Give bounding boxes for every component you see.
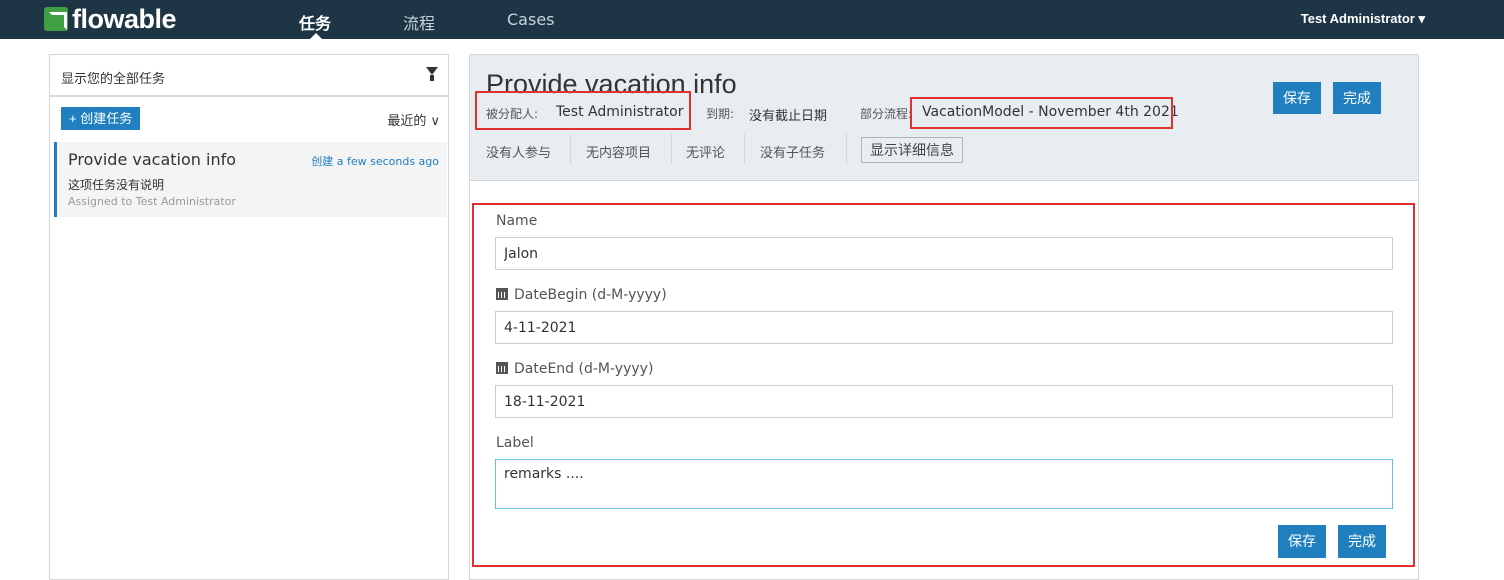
nav-tab-cases[interactable]: Cases	[507, 10, 555, 29]
task-list-item[interactable]: Provide vacation info 创建 a few seconds a…	[54, 142, 447, 217]
due-value[interactable]: 没有截止日期	[749, 105, 827, 124]
divider	[744, 134, 745, 164]
annotation-box-form	[472, 203, 1415, 567]
user-menu[interactable]: Test Administrator ▾	[1301, 11, 1425, 27]
header-save-button[interactable]: 保存	[1273, 82, 1321, 114]
top-navbar: flowable 任务 流程 Cases Test Administrator …	[0, 0, 1504, 40]
stat-comments[interactable]: 无评论	[686, 142, 725, 161]
stat-content[interactable]: 无内容项目	[586, 142, 651, 161]
create-task-button[interactable]: + 创建任务	[61, 107, 141, 130]
flowable-logo[interactable]: flowable	[44, 3, 177, 34]
nav-tab-processes[interactable]: 流程	[403, 10, 435, 34]
task-item-description: 这项任务没有说明	[68, 178, 165, 192]
flowable-logo-icon	[44, 7, 68, 31]
due-label: 到期:	[706, 107, 735, 121]
task-item-assigned: Assigned to Test Administrator	[68, 195, 236, 208]
task-list-panel: 显示您的全部任务 + 创建任务 最近的 ∨ Provide vacation i…	[49, 54, 449, 580]
active-tab-caret-icon	[309, 33, 323, 40]
stat-people[interactable]: 没有人参与	[486, 142, 551, 161]
sort-dropdown[interactable]: 最近的 ∨	[387, 110, 440, 129]
stat-subtasks[interactable]: 没有子任务	[760, 142, 825, 161]
logo-text: flowable	[72, 3, 177, 34]
divider	[846, 134, 847, 164]
annotation-box-assignee	[475, 91, 691, 130]
header-complete-button[interactable]: 完成	[1333, 82, 1381, 114]
task-item-title: Provide vacation info	[68, 150, 236, 169]
task-filter-label[interactable]: 显示您的全部任务	[61, 68, 165, 87]
divider	[570, 134, 571, 164]
task-item-created: 创建 a few seconds ago	[311, 155, 439, 168]
process-label: 部分流程:	[860, 107, 913, 121]
divider	[671, 134, 672, 164]
task-filter-bar: 显示您的全部任务	[50, 55, 448, 97]
show-details-button[interactable]: 显示详细信息	[861, 137, 963, 163]
filter-icon[interactable]	[426, 67, 438, 81]
nav-tab-tasks[interactable]: 任务	[299, 10, 331, 34]
annotation-box-process	[910, 97, 1173, 129]
